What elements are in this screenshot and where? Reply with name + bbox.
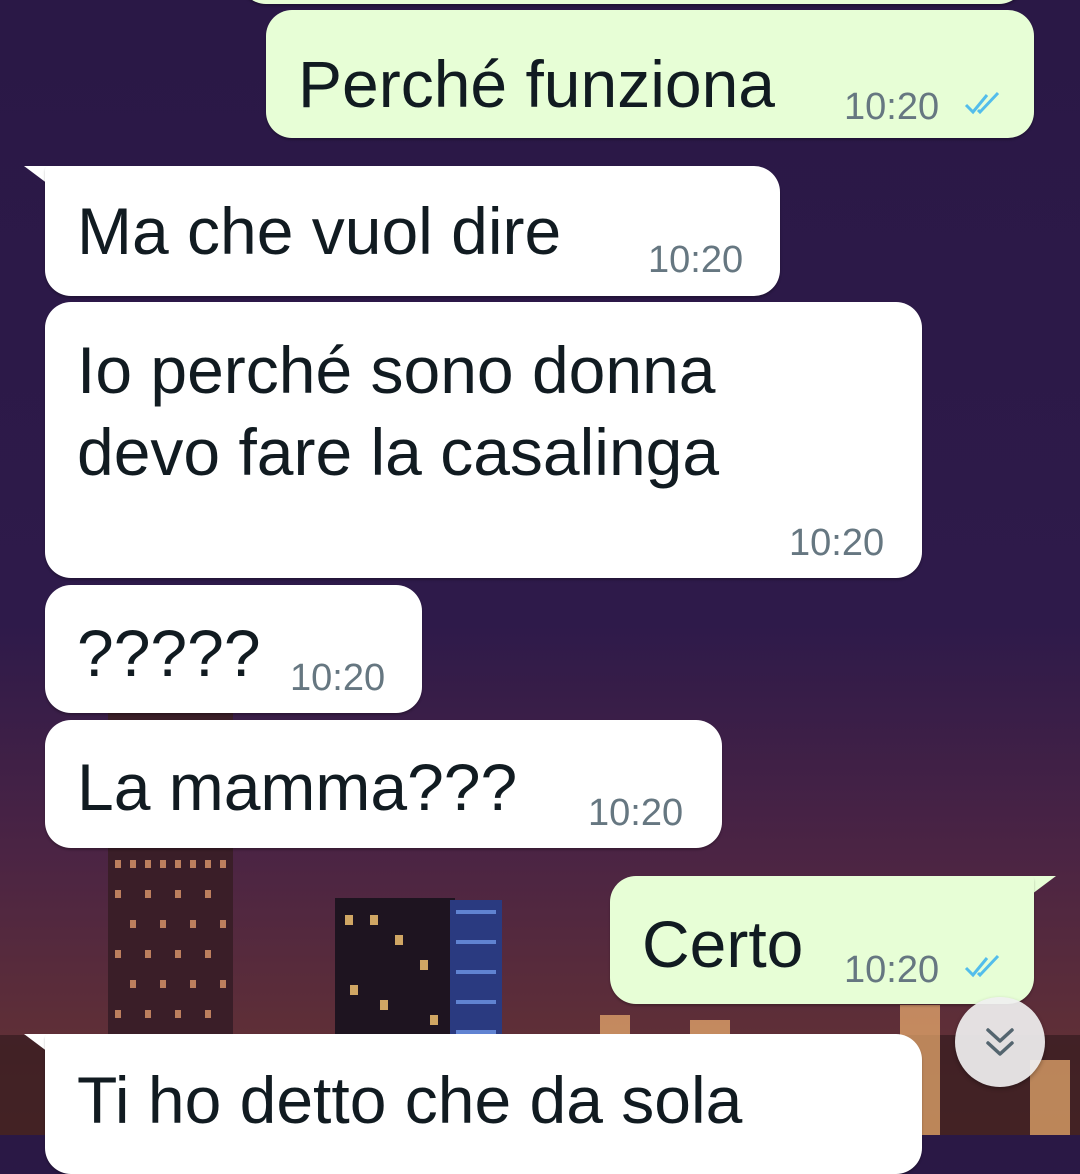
message-bubble-outgoing[interactable]: Perché funziona 10:20 (266, 10, 1034, 138)
message-bubble-incoming[interactable]: Ma che vuol dire 10:20 (45, 166, 780, 296)
message-time: 10:20 (648, 239, 744, 281)
double-chevron-down-icon (986, 1028, 1014, 1056)
message-bubble-incoming[interactable]: Ti ho detto che da sola (45, 1034, 922, 1174)
message-time: 10:20 (290, 657, 386, 699)
message-text-line-2: devo fare la casalinga (77, 415, 720, 489)
message-text-line-1: Io perché sono donna (77, 333, 716, 407)
message-bubble-outgoing[interactable]: Certo 10:20 (610, 876, 1034, 1004)
message-time: 10:20 (588, 792, 684, 834)
read-receipt-icon (964, 954, 1000, 978)
scroll-to-bottom-button[interactable] (955, 997, 1045, 1087)
message-text: Certo (642, 907, 804, 981)
message-bubble-partial[interactable] (240, 0, 1025, 4)
message-time: 10:20 (844, 86, 940, 128)
message-text: ????? (77, 616, 261, 690)
message-time: 10:20 (789, 522, 885, 564)
message-text: La mamma??? (77, 750, 518, 824)
message-text: Perché funziona (298, 47, 775, 121)
message-time: 10:20 (844, 949, 940, 991)
read-receipt-icon (964, 91, 1000, 115)
message-bubble-incoming[interactable]: La mamma??? 10:20 (45, 720, 722, 848)
message-text: Ti ho detto che da sola (77, 1063, 743, 1137)
message-text: Ma che vuol dire (77, 194, 562, 268)
message-bubble-incoming[interactable]: ????? 10:20 (45, 585, 422, 713)
message-bubble-incoming[interactable]: Io perché sono donna devo fare la casali… (45, 302, 922, 578)
